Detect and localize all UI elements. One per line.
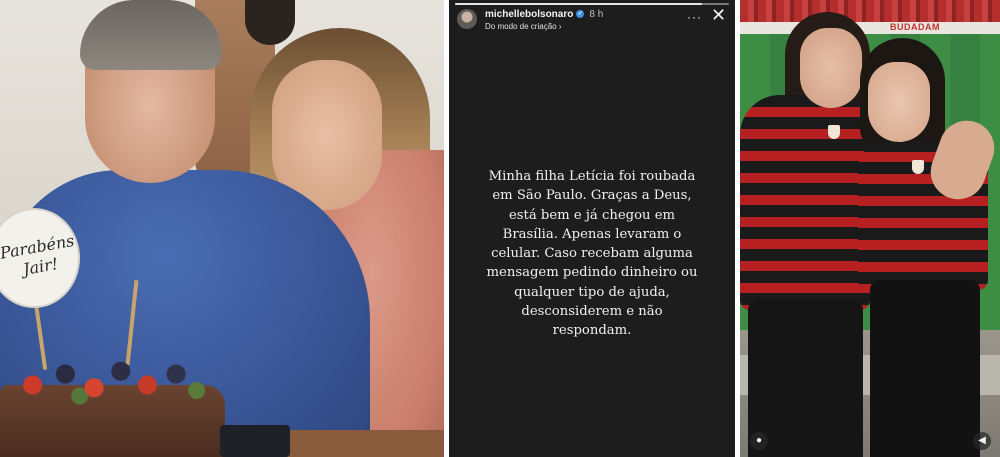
stadium-banner-text: BUDADAM bbox=[890, 22, 940, 32]
story-message-line: Minha filha Letícia foi roubada bbox=[488, 169, 696, 184]
man-hair bbox=[80, 0, 222, 70]
club-crest-icon bbox=[912, 160, 924, 174]
user-tag-icon[interactable]: ● bbox=[750, 432, 768, 450]
woman-right-pants bbox=[870, 280, 980, 457]
story-progress-fill bbox=[455, 3, 702, 5]
club-crest-icon bbox=[828, 125, 840, 139]
story-message-line: qualquer tipo de ajuda, bbox=[514, 284, 670, 300]
instagram-story[interactable]: michellebolsonaro ✓ 8 h Do modo de criação… bbox=[449, 0, 735, 457]
story-timestamp: 8 h bbox=[589, 9, 604, 20]
story-message-line: está bem e já chegou em bbox=[508, 207, 676, 223]
story-username[interactable]: michellebolsonaro bbox=[485, 9, 573, 20]
panel-divider bbox=[444, 0, 449, 457]
woman-left-jersey bbox=[740, 95, 870, 310]
left-photo: Parabéns Jair! bbox=[0, 0, 444, 457]
woman-left-pants bbox=[748, 300, 863, 457]
woman-right-face bbox=[868, 62, 930, 142]
story-message-line: mensagem pedindo dinheiro ou bbox=[486, 265, 698, 281]
verified-badge-icon: ✓ bbox=[576, 10, 585, 19]
story-message-line: respondam. bbox=[552, 323, 632, 339]
birthday-sign-text: Parabéns Jair! bbox=[0, 230, 76, 279]
woman-left-face bbox=[800, 28, 862, 108]
story-progress-bar bbox=[455, 3, 729, 5]
story-message-line: celular. Caso recebam alguma bbox=[491, 246, 693, 262]
story-message-line: Brasília. Apenas levaram o bbox=[502, 226, 682, 242]
story-subtitle[interactable]: Do modo de criação › bbox=[485, 22, 561, 31]
story-message-line: desconsiderem e não bbox=[521, 304, 663, 320]
panel-divider bbox=[735, 0, 740, 457]
avatar[interactable] bbox=[457, 9, 477, 29]
more-options-icon[interactable]: ··· bbox=[687, 10, 702, 24]
table bbox=[280, 430, 444, 457]
story-message-line: em São Paulo. Graças a Deus, bbox=[492, 188, 692, 204]
right-photo: BUDADAM ● ◀ bbox=[740, 0, 1000, 457]
story-username-row[interactable]: michellebolsonaro ✓ 8 h bbox=[485, 9, 603, 20]
mute-icon[interactable]: ◀ bbox=[973, 432, 991, 450]
story-message: Minha filha Letícia foi roubada em São Pa… bbox=[469, 167, 715, 341]
phone-on-table bbox=[220, 425, 290, 457]
story-header: michellebolsonaro ✓ 8 h Do modo de criação… bbox=[449, 0, 735, 40]
close-icon[interactable]: ✕ bbox=[711, 5, 726, 25]
stadium-banner: BUDADAM bbox=[740, 22, 1000, 34]
cake-berries bbox=[8, 352, 213, 407]
